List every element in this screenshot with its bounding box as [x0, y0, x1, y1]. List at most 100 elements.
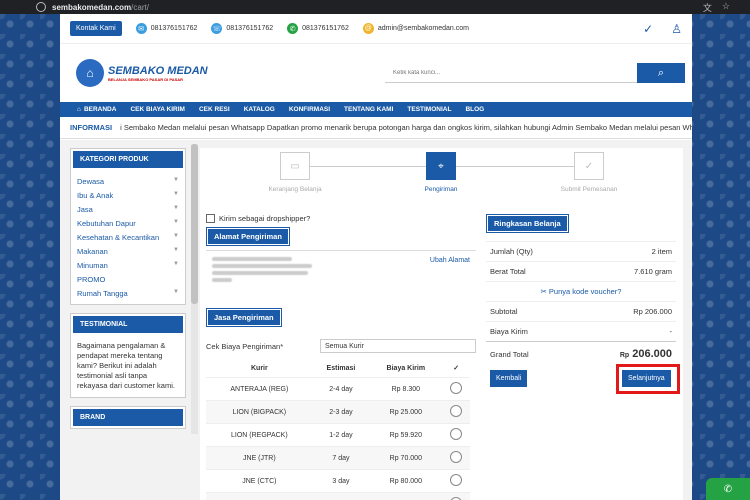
- site-container: Kontak Kami ✉ 081376151762 ☏ 081376151762 …: [60, 14, 692, 500]
- whatsapp-icon: ✆: [287, 23, 299, 34]
- content-area: KATEGORI PRODUK Dewasa ▼ Ibu & Anak ▼ Jasa ▼ K…: [60, 140, 692, 500]
- step-submit[interactable]: ✓ Submit Pemesanan: [544, 152, 634, 193]
- contact-email[interactable]: @ admin@sembakomedan.com: [362, 23, 469, 34]
- courier-kurir-cell: JNE (JTR): [206, 446, 313, 470]
- home-icon: ⌂: [77, 106, 81, 113]
- courier-row[interactable]: LION (BIGPACK) 2-3 day Rp 25.000: [206, 400, 470, 424]
- change-address-link[interactable]: Ubah Alamat: [430, 257, 470, 264]
- checkmark-icon[interactable]: ✓: [643, 22, 653, 36]
- step-cart[interactable]: ▭ Keranjang Belanja: [250, 152, 340, 193]
- category-item[interactable]: PROMO: [77, 272, 179, 286]
- category-label: Jasa: [77, 204, 93, 214]
- courier-row[interactable]: JNT (EZ)-Rp 88.000: [206, 492, 470, 500]
- courier-biaya-cell: Rp 70.000: [369, 446, 443, 470]
- search-button[interactable]: ⌕: [637, 63, 685, 83]
- user-icon[interactable]: ♙: [671, 22, 682, 36]
- category-label: Makanan: [77, 246, 108, 256]
- contact-us-button[interactable]: Kontak Kami: [70, 21, 122, 36]
- address-redacted-line: [212, 271, 308, 275]
- category-item[interactable]: Minuman ▼: [77, 258, 179, 272]
- contact-phone[interactable]: ☏ 081376151762: [211, 23, 273, 34]
- category-box: KATEGORI PRODUK Dewasa ▼ Ibu & Anak ▼ Jasa ▼ K…: [70, 148, 186, 305]
- courier-radio[interactable]: [450, 474, 463, 486]
- courier-row[interactable]: JNE (CTC) 3 day Rp 80.000: [206, 469, 470, 493]
- courier-radio[interactable]: [450, 451, 463, 463]
- category-item[interactable]: Makanan ▼: [77, 244, 179, 258]
- dropship-checkbox[interactable]: [206, 214, 215, 223]
- nav-cek-resi[interactable]: CEK RESI: [192, 106, 237, 113]
- chevron-down-icon: ▼: [173, 260, 179, 267]
- nav-tentang-kami[interactable]: TENTANG KAMI: [337, 106, 400, 113]
- bookmark-star-icon[interactable]: ☆: [722, 1, 730, 14]
- next-button[interactable]: Selanjutnya: [622, 370, 671, 387]
- brand-title: BRAND: [73, 409, 183, 426]
- category-label: Rumah Tangga: [77, 288, 128, 298]
- translate-icon[interactable]: 文: [703, 1, 712, 14]
- courier-filter-label: Cek Biaya Pengiriman*: [206, 341, 284, 351]
- address-title: Alamat Pengiriman: [206, 227, 290, 246]
- nav-konfirmasi[interactable]: KONFIRMASI: [282, 106, 337, 113]
- site-info-icon[interactable]: [36, 2, 46, 12]
- courier-kurir-cell: JNE (CTC): [206, 469, 313, 493]
- col-select: ✓: [442, 359, 470, 378]
- col-estimasi: Estimasi: [312, 359, 370, 378]
- courier-radio[interactable]: [450, 405, 463, 417]
- address-redacted-line: [212, 257, 292, 261]
- whatsapp-float-button[interactable]: ✆: [706, 478, 750, 500]
- courier-select[interactable]: Semua Kurir: [320, 339, 476, 353]
- courier-row[interactable]: LION (REGPACK) 1-2 day Rp 59.920: [206, 423, 470, 447]
- address-redacted-line: [212, 278, 232, 282]
- sidebar-scrollbar[interactable]: [191, 144, 198, 434]
- dropship-option[interactable]: Kirim sebagai dropshipper?: [206, 214, 476, 223]
- nav-blog[interactable]: BLOG: [458, 106, 491, 113]
- category-item[interactable]: Kesehatan & Kecantikan ▼: [77, 230, 179, 244]
- brand-box: BRAND: [70, 406, 186, 429]
- col-biaya: Biaya Kirim: [369, 359, 443, 378]
- grand-total-row: Grand Total Rp 206.000: [486, 341, 676, 366]
- courier-estimasi-cell: 2-4 day: [312, 377, 370, 401]
- cart-icon: ▭: [280, 152, 310, 180]
- summary-title: Ringkasan Belanja: [486, 214, 569, 233]
- category-item[interactable]: Ibu & Anak ▼: [77, 188, 179, 202]
- nav-beranda[interactable]: ⌂ BERANDA: [70, 106, 123, 113]
- search-bar: ⌕: [385, 63, 685, 83]
- check-icon: ✓: [574, 152, 604, 180]
- testimonial-title: TESTIMONIAL: [73, 316, 183, 333]
- courier-radio[interactable]: [450, 428, 463, 440]
- search-input[interactable]: [385, 63, 637, 83]
- category-item[interactable]: Dewasa ▼: [77, 174, 179, 188]
- courier-select-cell: [442, 492, 470, 500]
- weight-row: Berat Total 7.610 gram: [486, 261, 676, 281]
- nav-testimonial[interactable]: TESTIMONIAL: [400, 106, 458, 113]
- step-label: Submit Pemesanan: [560, 186, 618, 193]
- phone-icon: ☏: [211, 23, 223, 34]
- chevron-down-icon: ▼: [173, 218, 179, 225]
- contact-sms[interactable]: ✉ 081376151762: [135, 23, 197, 34]
- back-button[interactable]: Kembali: [490, 370, 528, 387]
- courier-row[interactable]: JNE (JTR) 7 day Rp 70.000: [206, 446, 470, 470]
- category-label: Dewasa: [77, 176, 105, 186]
- courier-kurir-cell: LION (BIGPACK): [206, 400, 313, 424]
- courier-radio[interactable]: [450, 382, 463, 394]
- courier-kurir-cell: LION (REGPACK): [206, 423, 313, 447]
- category-item[interactable]: Kebutuhan Dapur ▼: [77, 216, 179, 230]
- courier-kurir-cell: JNT (EZ): [206, 492, 313, 500]
- courier-row[interactable]: ANTERAJA (REG) 2-4 day Rp 8.300: [206, 377, 470, 401]
- courier-estimasi-cell: -: [312, 492, 370, 500]
- nav-katalog[interactable]: KATALOG: [237, 106, 282, 113]
- site-logo[interactable]: ⌂ SEMBAKO MEDAN BELANJA SEMBAKO PASAR DI…: [76, 59, 208, 87]
- voucher-link[interactable]: ✂ Punya kode voucher?: [486, 281, 676, 301]
- url-text[interactable]: sembakomedan.com/cart/: [52, 3, 149, 12]
- contact-whatsapp[interactable]: ✆ 081376151762: [287, 23, 349, 34]
- category-item[interactable]: Rumah Tangga ▼: [77, 286, 179, 300]
- courier-biaya-cell: Rp 59.920: [369, 423, 443, 447]
- nav-cek-biaya-kirim[interactable]: CEK BIAYA KIRIM: [123, 106, 192, 113]
- chevron-down-icon: ▼: [173, 190, 179, 197]
- courier-biaya-cell: Rp 25.000: [369, 400, 443, 424]
- category-item[interactable]: Jasa ▼: [77, 202, 179, 216]
- sms-icon: ✉: [135, 23, 147, 34]
- dropship-label: Kirim sebagai dropshipper?: [219, 214, 311, 223]
- scrollbar-thumb[interactable]: [191, 144, 198, 304]
- step-shipping[interactable]: ⌖ Pengiriman: [396, 152, 486, 193]
- tag-icon: ✂: [540, 287, 549, 296]
